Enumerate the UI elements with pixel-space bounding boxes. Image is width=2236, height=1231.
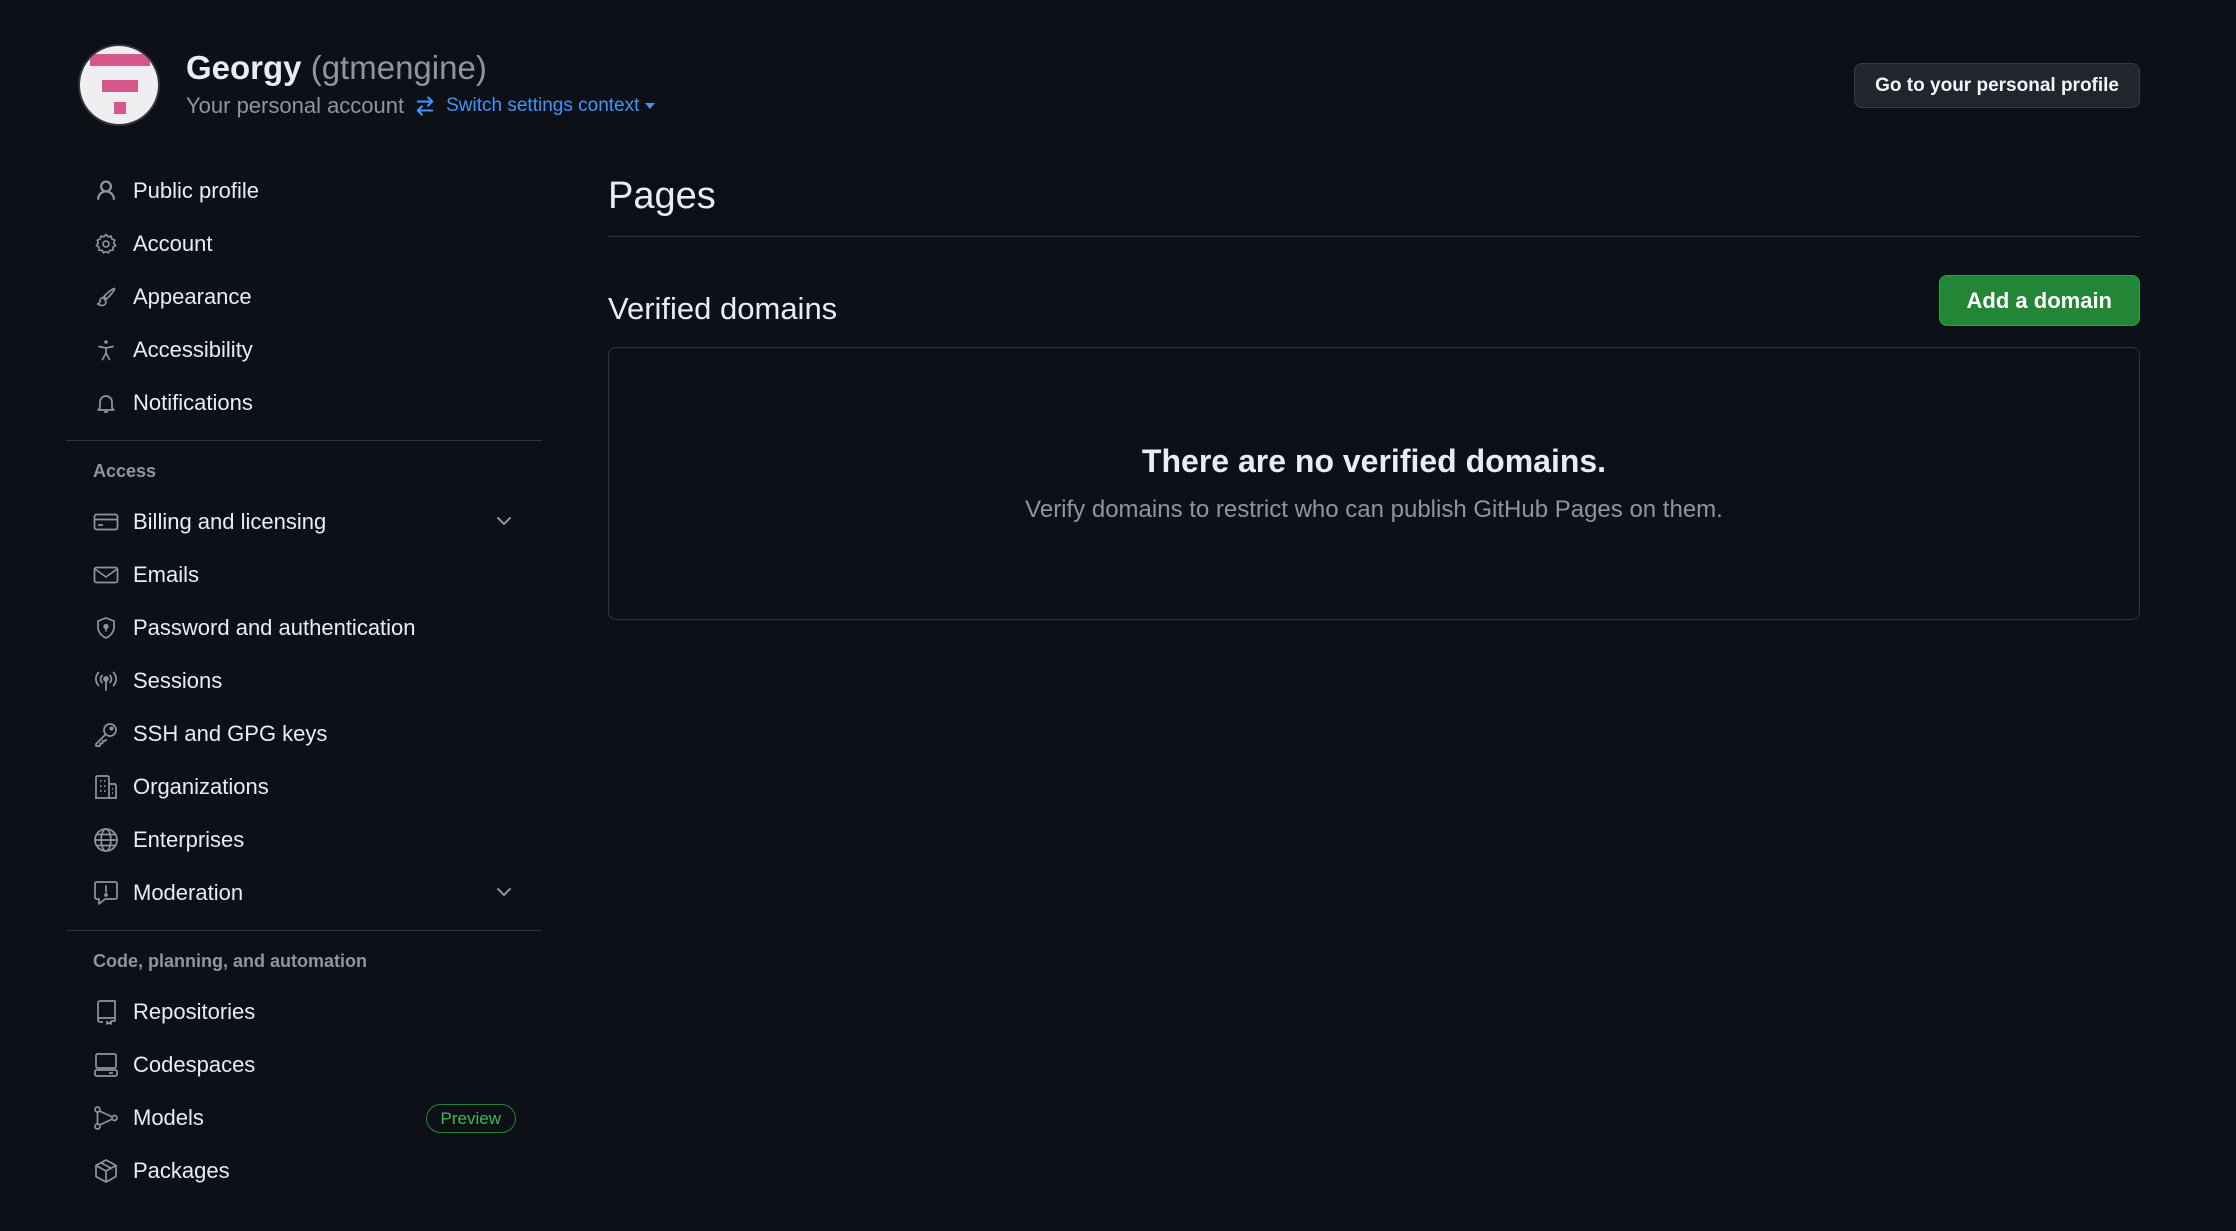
account-subline: Your personal account Switch settings co… — [186, 92, 656, 120]
sidebar-item-label: Billing and licensing — [133, 508, 327, 534]
accessibility-icon — [93, 337, 119, 363]
account-name: Georgy (gtmengine) — [186, 48, 487, 88]
sidebar-item-label: Packages — [133, 1157, 230, 1183]
sidebar-item-label: Account — [133, 230, 213, 256]
sidebar-item-moderation[interactable]: Moderation — [66, 866, 542, 919]
key-icon — [93, 721, 119, 747]
bell-icon — [93, 390, 119, 416]
sidebar-item-enterprises[interactable]: Enterprises — [66, 813, 542, 866]
person-icon — [93, 178, 119, 204]
shield-lock-icon — [93, 615, 119, 641]
sidebar-section-code: Code, planning, and automation — [93, 951, 367, 971]
sidebar-item-label: Appearance — [133, 283, 252, 309]
sidebar-item-billing[interactable]: Billing and licensing — [66, 495, 542, 548]
organization-icon — [93, 774, 119, 800]
settings-sidebar: Public profile Account Appearance Access… — [66, 164, 542, 1197]
sidebar-item-organizations[interactable]: Organizations — [66, 760, 542, 813]
avatar[interactable] — [78, 44, 160, 126]
sidebar-item-ssh-gpg-keys[interactable]: SSH and GPG keys — [66, 707, 542, 760]
sidebar-item-accessibility[interactable]: Accessibility — [66, 323, 542, 376]
account-header: Georgy (gtmengine) Your personal account… — [78, 44, 2140, 128]
sidebar-item-codespaces[interactable]: Codespaces — [66, 1038, 542, 1091]
report-icon — [93, 880, 119, 906]
chevron-down-icon[interactable] — [494, 511, 514, 531]
add-domain-button[interactable]: Add a domain — [1938, 275, 2140, 326]
switch-context-label: Switch settings context — [446, 95, 640, 116]
go-to-profile-button[interactable]: Go to your personal profile — [1854, 63, 2140, 108]
arrow-switch-icon — [416, 96, 434, 116]
sidebar-item-public-profile[interactable]: Public profile — [66, 164, 542, 217]
sidebar-item-appearance[interactable]: Appearance — [66, 270, 542, 323]
main-content: Pages Verified domains Add a domain Ther… — [608, 168, 2140, 620]
sidebar-item-emails[interactable]: Emails — [66, 548, 542, 601]
sidebar-item-repositories[interactable]: Repositories — [66, 985, 542, 1038]
sidebar-item-account[interactable]: Account — [66, 217, 542, 270]
sidebar-item-label: Organizations — [133, 773, 269, 799]
section-title: Verified domains — [608, 291, 838, 326]
caret-down-icon — [645, 103, 656, 109]
sidebar-item-notifications[interactable]: Notifications — [66, 376, 542, 429]
models-icon — [93, 1105, 119, 1131]
sidebar-divider — [66, 930, 542, 931]
sidebar-item-password[interactable]: Password and authentication — [66, 601, 542, 654]
sidebar-item-label: Accessibility — [133, 336, 253, 362]
codespaces-icon — [93, 1052, 119, 1078]
sidebar-item-label: Sessions — [133, 667, 223, 693]
package-icon — [93, 1158, 119, 1184]
gear-icon — [93, 231, 119, 257]
sidebar-item-sessions[interactable]: Sessions — [66, 654, 542, 707]
mail-icon — [93, 562, 119, 588]
title-divider — [608, 236, 2140, 237]
settings-page: Georgy (gtmengine) Your personal account… — [0, 0, 2236, 1231]
empty-state-title: There are no verified domains. — [1141, 443, 1607, 479]
sidebar-item-label: Emails — [133, 561, 200, 587]
paintbrush-icon — [93, 284, 119, 310]
empty-state-description: Verify domains to restrict who can publi… — [1025, 496, 1723, 523]
sidebar-item-label: Enterprises — [133, 826, 245, 852]
sidebar-item-packages[interactable]: Packages — [66, 1144, 542, 1197]
sidebar-item-label: Notifications — [133, 389, 253, 415]
sidebar-item-models[interactable]: Models Preview — [66, 1091, 542, 1144]
preview-badge: Preview — [425, 1104, 516, 1133]
sidebar-item-label: Password and authentication — [133, 614, 416, 640]
sidebar-section-access: Access — [93, 461, 157, 481]
sidebar-item-label: Repositories — [133, 998, 256, 1024]
switch-context-link[interactable]: Switch settings context — [414, 92, 656, 120]
page-title: Pages — [608, 175, 716, 217]
repo-icon — [93, 999, 119, 1025]
login-name: (gtmengine) — [310, 49, 487, 86]
globe-icon — [93, 827, 119, 853]
broadcast-icon — [93, 668, 119, 694]
verified-domains-header: Verified domains Add a domain — [608, 275, 2140, 339]
empty-state: There are no verified domains. Verify do… — [608, 347, 2140, 620]
account-type-label: Your personal account — [186, 93, 405, 118]
sidebar-divider — [66, 440, 542, 441]
chevron-down-icon[interactable] — [494, 882, 514, 902]
display-name: Georgy — [186, 49, 302, 86]
sidebar-item-label: Models — [133, 1104, 204, 1130]
sidebar-item-label: Moderation — [133, 879, 244, 905]
sidebar-item-label: Codespaces — [133, 1051, 256, 1077]
sidebar-item-label: Public profile — [133, 177, 259, 203]
sidebar-item-label: SSH and GPG keys — [133, 720, 328, 746]
credit-card-icon — [93, 509, 119, 535]
